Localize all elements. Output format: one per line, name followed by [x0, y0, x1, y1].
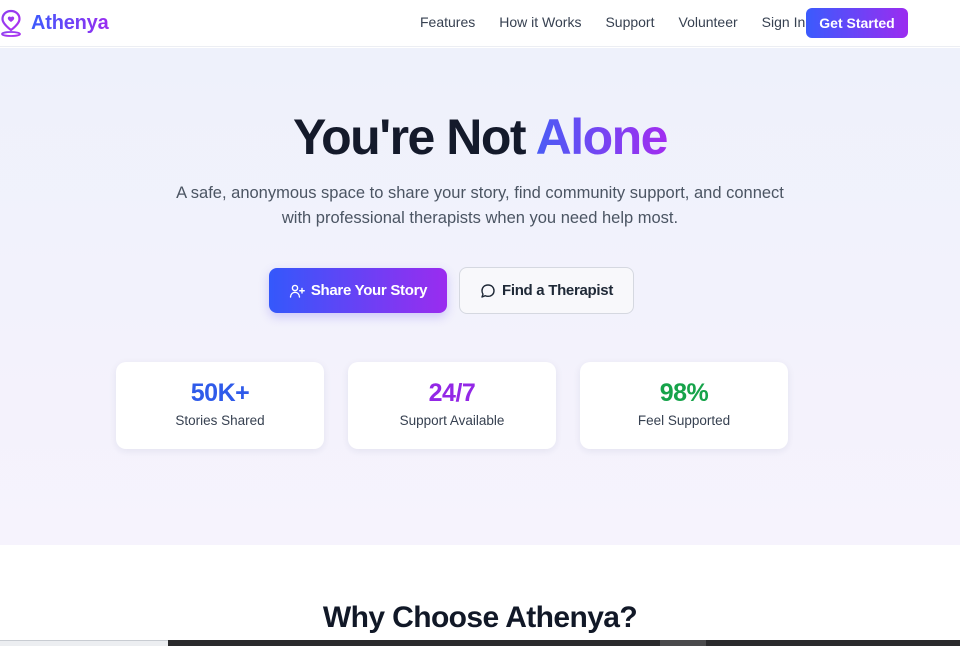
stat-label: Support Available: [399, 413, 505, 428]
brand-name: Athenya: [31, 11, 109, 34]
nav-link-volunteer[interactable]: Volunteer: [679, 14, 738, 30]
bottom-strip: [0, 640, 960, 646]
stat-value: 50K+: [190, 379, 250, 407]
hero-title-main: You're Not: [292, 109, 536, 165]
find-a-therapist-button[interactable]: Find a Therapist: [459, 267, 634, 314]
nav-links: Features How it Works Support Volunteer …: [420, 14, 829, 30]
location-heart-icon: [1, 9, 21, 37]
stat-card-supported: 98% Feel Supported: [580, 362, 788, 449]
share-your-story-button[interactable]: Share Your Story: [269, 268, 447, 313]
find-a-therapist-label: Find a Therapist: [501, 282, 614, 299]
top-navbar: Athenya Features How it Works Support Vo…: [0, 0, 960, 47]
share-your-story-label: Share Your Story: [310, 282, 428, 299]
nav-link-features[interactable]: Features: [420, 14, 475, 30]
user-plus-icon: [289, 284, 305, 298]
strip-segment: [168, 640, 660, 646]
nav-link-sign-in[interactable]: Sign In: [762, 14, 806, 30]
stat-value: 98%: [659, 379, 709, 407]
stat-value: 24/7: [428, 379, 476, 407]
nav-link-how-it-works[interactable]: How it Works: [499, 14, 581, 30]
get-started-button[interactable]: Get Started: [806, 8, 908, 38]
stat-label: Feel Supported: [637, 413, 731, 428]
stat-card-support: 24/7 Support Available: [348, 362, 556, 449]
stat-label: Stories Shared: [175, 413, 265, 428]
stat-card-stories: 50K+ Stories Shared: [116, 362, 324, 449]
strip-segment: [0, 640, 168, 646]
strip-segment: [706, 640, 960, 646]
strip-segment: [660, 640, 706, 646]
hero-title-accent: Alone: [535, 109, 669, 165]
brand-logo-link[interactable]: Athenya: [0, 9, 109, 37]
nav-link-support[interactable]: Support: [605, 14, 654, 30]
why-choose-title: Why Choose Athenya?: [322, 601, 638, 634]
message-circle-icon: [481, 283, 495, 298]
hero-subtitle: A safe, anonymous space to share your st…: [176, 184, 784, 227]
hero-title: You're Not Alone: [0, 108, 960, 166]
hero-section: You're Not Alone A safe, anonymous space…: [0, 48, 960, 545]
